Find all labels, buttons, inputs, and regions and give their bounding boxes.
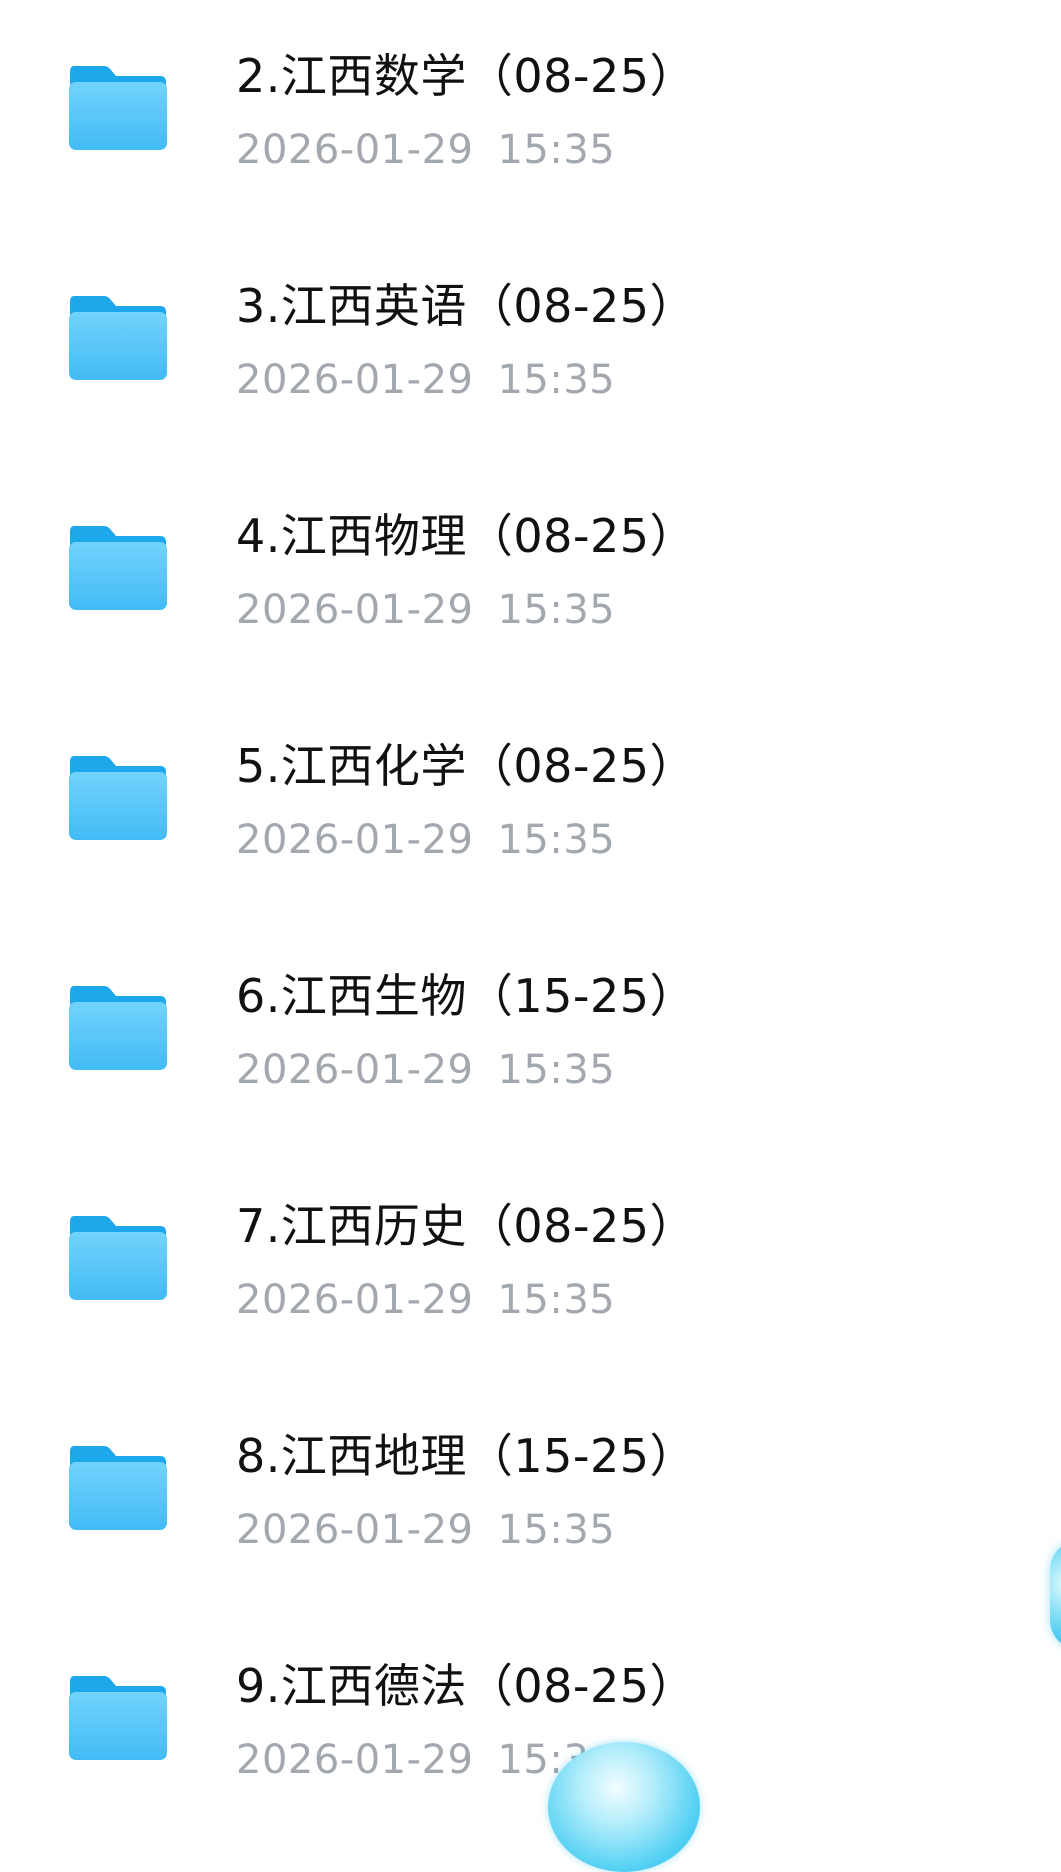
folder-icon (68, 1672, 168, 1762)
list-item[interactable]: 5.江西化学（08-25） 2026-01-29 15:35 (0, 690, 1061, 920)
file-name: 6.江西生物（15-25） (236, 969, 697, 1023)
file-modified: 2026-01-29 15:35 (236, 586, 615, 634)
file-time: 15:35 (497, 1277, 616, 1323)
file-modified: 2026-01-29 15:35 (236, 356, 615, 404)
folder-icon (68, 1442, 168, 1532)
file-time: 15:35 (497, 817, 616, 863)
folder-icon (68, 522, 168, 612)
file-name: 8.江西地理（15-25） (236, 1429, 697, 1483)
file-date: 2026-01-29 (236, 1507, 474, 1553)
folder-icon (68, 982, 168, 1072)
file-name: 5.江西化学（08-25） (236, 739, 697, 793)
file-name: 7.江西历史（08-25） (236, 1199, 697, 1253)
list-item[interactable]: 8.江西地理（15-25） 2026-01-29 15:35 (0, 1380, 1061, 1610)
folder-icon (68, 752, 168, 842)
folder-icon (68, 62, 168, 152)
file-modified: 2026-01-29 15:3 (236, 1736, 589, 1784)
file-date: 2026-01-29 (236, 357, 474, 403)
file-modified: 2026-01-29 15:35 (236, 1046, 615, 1094)
list-item[interactable]: 4.江西物理（08-25） 2026-01-29 15:35 (0, 460, 1061, 690)
file-time: 15:35 (497, 587, 616, 633)
floating-action-bubble[interactable] (548, 1742, 700, 1872)
file-list: 2.江西数学（08-25） 2026-01-29 15:35 3.江西英语（08-… (0, 0, 1061, 1801)
list-item[interactable]: 6.江西生物（15-25） 2026-01-29 15:35 (0, 920, 1061, 1150)
file-name: 3.江西英语（08-25） (236, 279, 697, 333)
file-date: 2026-01-29 (236, 127, 474, 173)
list-item[interactable]: 2.江西数学（08-25） 2026-01-29 15:35 (0, 0, 1061, 230)
folder-icon (68, 292, 168, 382)
file-time: 15:35 (497, 1507, 616, 1553)
file-modified: 2026-01-29 15:35 (236, 1276, 615, 1324)
file-modified: 2026-01-29 15:35 (236, 816, 615, 864)
file-modified: 2026-01-29 15:35 (236, 1506, 615, 1554)
file-date: 2026-01-29 (236, 1277, 474, 1323)
list-item[interactable]: 7.江西历史（08-25） 2026-01-29 15:35 (0, 1150, 1061, 1380)
file-time: 15:35 (497, 1047, 616, 1093)
file-name: 4.江西物理（08-25） (236, 509, 697, 563)
file-time: 15:35 (497, 127, 616, 173)
file-modified: 2026-01-29 15:35 (236, 126, 615, 174)
list-item[interactable]: 9.江西德法（08-25） 2026-01-29 15:3 (0, 1610, 1061, 1840)
file-date: 2026-01-29 (236, 587, 474, 633)
file-name: 9.江西德法（08-25） (236, 1659, 697, 1713)
file-time: 15:35 (497, 357, 616, 403)
folder-icon (68, 1212, 168, 1302)
file-date: 2026-01-29 (236, 817, 474, 863)
list-item[interactable]: 3.江西英语（08-25） 2026-01-29 15:35 (0, 230, 1061, 460)
file-date: 2026-01-29 (236, 1737, 474, 1783)
file-date: 2026-01-29 (236, 1047, 474, 1093)
file-name: 2.江西数学（08-25） (236, 49, 697, 103)
